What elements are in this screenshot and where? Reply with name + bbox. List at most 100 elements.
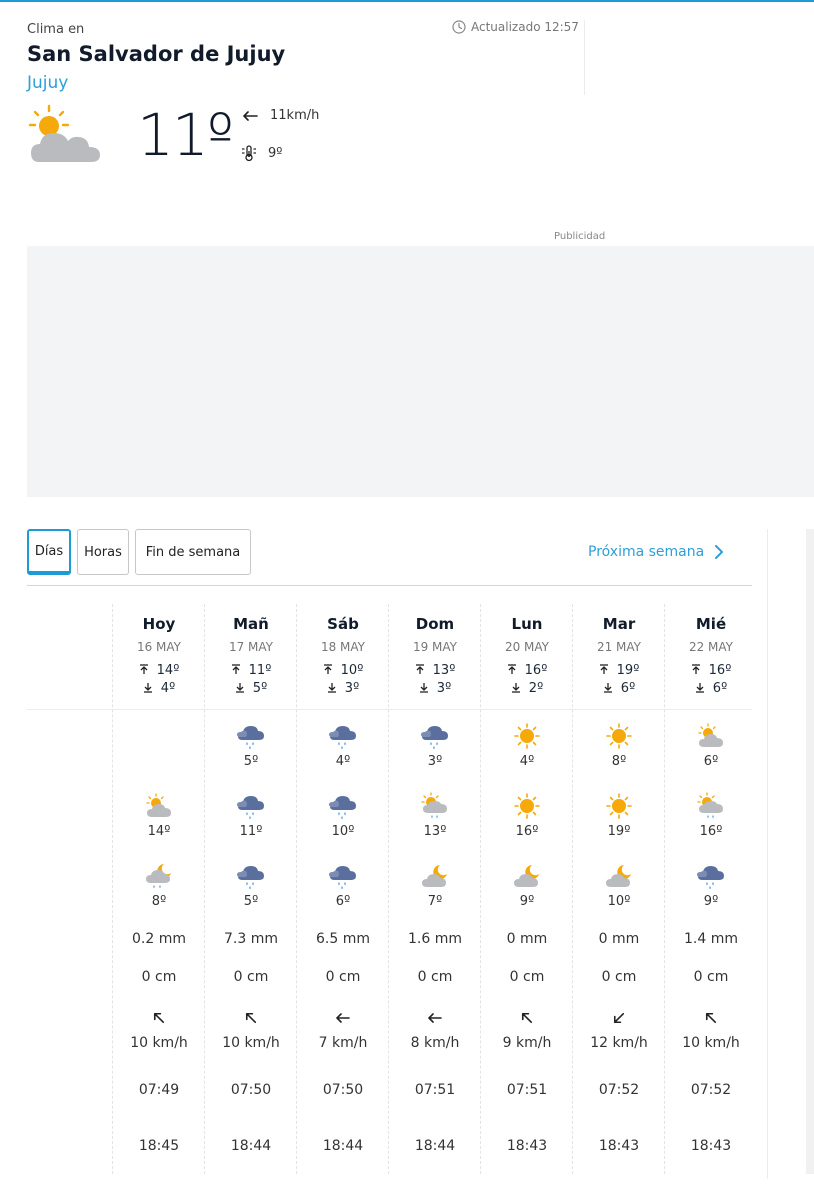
scrollbar[interactable]: [806, 529, 814, 1174]
max-value: 19º: [616, 663, 640, 678]
next-week-link[interactable]: Próxima semana: [588, 544, 724, 560]
day-name: Dom: [415, 615, 455, 633]
wind-arrow-icon: [613, 1012, 625, 1024]
rain-cloud-icon: [237, 866, 264, 890]
period-temp: 19º: [607, 824, 631, 839]
sunrise-value: 07:52: [690, 1082, 732, 1098]
day-min-temp: 2º: [481, 681, 573, 696]
max-arrow-icon: [507, 664, 516, 674]
precipitation-value: 0.2 mm: [132, 931, 186, 947]
max-arrow-icon: [691, 664, 700, 674]
wind-speed-value: 10 km/h: [130, 1035, 188, 1051]
period-temp: 14º: [147, 824, 171, 839]
rain-cloud-icon: [329, 726, 356, 750]
day-max-temp: 13º: [389, 663, 481, 678]
day-min-temp: 5º: [205, 681, 297, 696]
min-value: 3º: [436, 681, 452, 696]
wind-speed-value: 12 km/h: [590, 1035, 648, 1051]
day-column[interactable]: Hoy 16 MAY 14º 4º 14º 8º 0.2 mm 0 cm 10 km/h 07…: [112, 604, 204, 1174]
tabs-divider: [27, 585, 752, 586]
sunset-value: 18:43: [690, 1138, 732, 1154]
day-name: Mar: [602, 615, 636, 633]
day-min-temp: 3º: [389, 681, 481, 696]
day-name: Mañ: [233, 615, 269, 633]
rain-cloud-icon: [697, 866, 724, 890]
day-min-temp: 4º: [113, 681, 205, 696]
day-name: Mié: [695, 615, 727, 633]
period-temp: 11º: [239, 824, 263, 839]
period-temp: 5º: [243, 754, 259, 769]
chevron-right-icon: [715, 545, 724, 559]
max-value: 14º: [156, 663, 180, 678]
clock-icon: [452, 20, 466, 34]
day-name: Hoy: [142, 615, 176, 633]
day-column[interactable]: Lun 20 MAY 16º 2º 4º 16º 9º 0 mm 0 cm 9 km/h 07…: [480, 604, 572, 1174]
snow-value: 0 cm: [141, 969, 177, 985]
tab-dias[interactable]: Días: [27, 529, 71, 575]
region-link[interactable]: Jujuy: [27, 73, 68, 93]
period-temp: 9º: [519, 894, 535, 909]
min-value: 6º: [620, 681, 636, 696]
precipitation-value: 0 mm: [506, 931, 548, 947]
wind-arrow-icon: [153, 1012, 165, 1024]
sun-cloud-icon: [28, 104, 100, 162]
tab-horas[interactable]: Horas: [77, 529, 129, 575]
max-value: 16º: [708, 663, 732, 678]
period-temp: 13º: [423, 824, 447, 839]
moon-cloud-icon: [422, 865, 447, 887]
snow-value: 0 cm: [601, 969, 637, 985]
moon-cloud-icon: [514, 865, 539, 887]
min-value: 4º: [160, 681, 176, 696]
day-column[interactable]: Dom 19 MAY 13º 3º 3º 13º 7º 1.6 mm 0 cm 8 km/h…: [388, 604, 480, 1174]
ad-placeholder[interactable]: [27, 246, 814, 497]
moon-cloud-icon: [606, 865, 631, 887]
day-column[interactable]: Mié 22 MAY 16º 6º 6º 16º 9º 1.4 mm 0 cm 10 km/…: [664, 604, 756, 1174]
max-arrow-icon: [599, 664, 608, 674]
sun-icon: [514, 793, 540, 819]
day-column[interactable]: Sáb 18 MAY 10º 3º 4º 10º 6º 6.5 mm 0 cm 7 km/h…: [296, 604, 388, 1174]
wind-arrow-icon: [336, 1013, 350, 1023]
period-temp: 4º: [335, 754, 351, 769]
sun-cloud-icon: [146, 793, 171, 817]
day-date: 16 MAY: [136, 640, 182, 654]
period-temp: 8º: [151, 894, 167, 909]
sunset-value: 18:45: [138, 1138, 180, 1154]
sun-cloud-icon: [698, 723, 723, 747]
max-arrow-icon: [139, 664, 148, 674]
max-arrow-icon: [231, 664, 240, 674]
max-value: 11º: [248, 663, 272, 678]
period-temp: 10º: [607, 894, 631, 909]
day-date: 19 MAY: [412, 640, 458, 654]
day-date: 20 MAY: [504, 640, 550, 654]
min-arrow-icon: [695, 683, 704, 693]
day-max-temp: 14º: [113, 663, 205, 678]
min-arrow-icon: [143, 683, 152, 693]
tab-fin-de-semana[interactable]: Fin de semana: [135, 529, 251, 575]
day-max-temp: 16º: [481, 663, 573, 678]
clima-en-label: Clima en: [27, 22, 85, 37]
day-max-temp: 11º: [205, 663, 297, 678]
header-divider: [584, 20, 585, 95]
day-column[interactable]: Mar 21 MAY 19º 6º 8º 19º 10º 0 mm 0 cm 12 km/h…: [572, 604, 664, 1174]
max-value: 13º: [432, 663, 456, 678]
rain-cloud-icon: [421, 726, 448, 750]
current-wind: 11km/h: [242, 108, 319, 123]
feels-like-value: 9º: [268, 145, 283, 161]
day-column[interactable]: Mañ 17 MAY 11º 5º 5º 11º 5º 7.3 mm 0 cm 10 km/…: [204, 604, 296, 1174]
current-temperature: 11º: [137, 101, 234, 169]
wind-speed-value: 7 km/h: [318, 1035, 368, 1051]
day-min-temp: 6º: [665, 681, 757, 696]
snow-value: 0 cm: [509, 969, 545, 985]
min-arrow-icon: [235, 683, 244, 693]
current-conditions: 11º 11km/h 9º: [27, 100, 357, 175]
snow-value: 0 cm: [417, 969, 453, 985]
sun-cloud-rain-icon: [697, 792, 723, 818]
sunrise-value: 07:49: [138, 1082, 180, 1098]
sunset-value: 18:43: [598, 1138, 640, 1154]
period-temp: 8º: [611, 754, 627, 769]
arrow-left-icon: [243, 110, 258, 121]
thermometer-icon: [242, 145, 256, 162]
day-max-temp: 10º: [297, 663, 389, 678]
sunrise-value: 07:52: [598, 1082, 640, 1098]
wind-speed-value: 10 km/h: [682, 1035, 740, 1051]
